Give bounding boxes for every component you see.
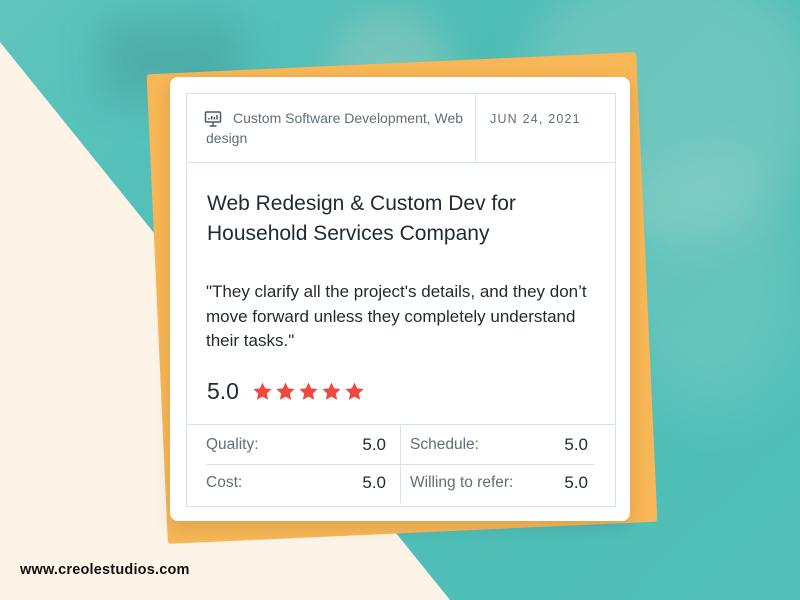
metric-divider: [206, 464, 595, 465]
star-icon: [253, 382, 272, 400]
metric-schedule: Schedule: 5.0: [410, 435, 588, 455]
metric-cost: Cost: 5.0: [206, 473, 386, 493]
review-title: Web Redesign & Custom Dev for Household …: [207, 192, 516, 245]
review-category: Custom Software Development, Web design: [206, 110, 464, 146]
star-icon: [322, 382, 341, 400]
metric-value: 5.0: [362, 435, 386, 454]
star-rating: [252, 381, 365, 402]
review-date: JUN 24, 2021: [490, 112, 581, 126]
star-icon: [276, 382, 295, 400]
overall-rating: 5.0: [207, 378, 365, 405]
review-category-cell: Custom Software Development, Web design: [187, 94, 476, 162]
metric-label: Willing to refer:: [410, 474, 514, 491]
metric-label: Schedule:: [410, 436, 479, 453]
metric-value: 5.0: [564, 435, 588, 454]
rating-breakdown: Quality: 5.0 Schedule: 5.0 Cost: 5.0 Wil…: [187, 424, 615, 506]
star-icon: [299, 382, 318, 400]
review-header: Custom Software Development, Web design …: [187, 94, 615, 163]
metric-value: 5.0: [362, 473, 386, 492]
metric-label: Cost:: [206, 474, 243, 491]
website-url: www.creolestudios.com: [20, 562, 190, 578]
metric-label: Quality:: [206, 436, 259, 453]
star-icon: [345, 382, 364, 400]
overall-score: 5.0: [207, 378, 239, 404]
metric-value: 5.0: [564, 473, 588, 492]
metric-willing-to-refer: Willing to refer: 5.0: [410, 473, 588, 493]
metric-quality: Quality: 5.0: [206, 435, 386, 455]
review-card-inner: Custom Software Development, Web design …: [186, 93, 616, 507]
review-card: Custom Software Development, Web design …: [170, 77, 630, 521]
review-quote: "They clarify all the project's details,…: [206, 282, 587, 350]
